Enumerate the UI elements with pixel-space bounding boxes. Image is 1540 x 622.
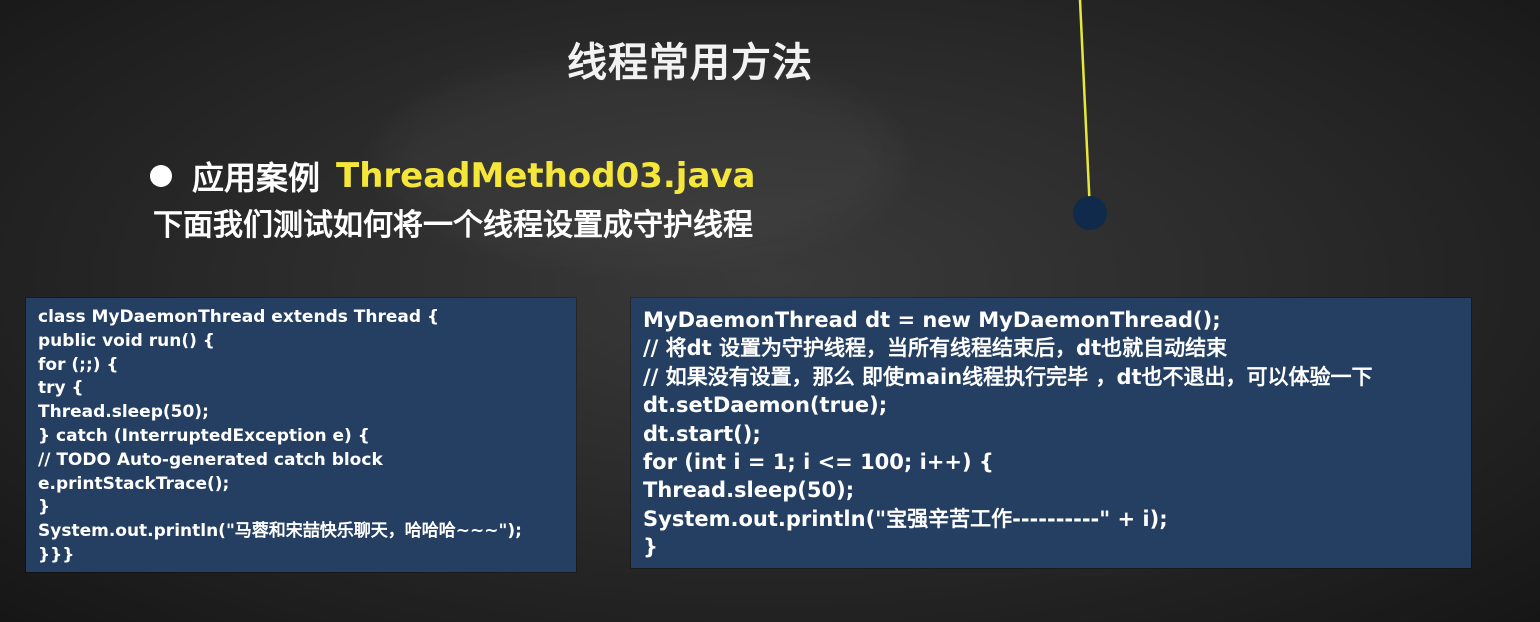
- code-line: // TODO Auto-generated catch block: [38, 449, 383, 470]
- code-box-daemon-class: class MyDaemonThread extends Thread { pu…: [26, 298, 576, 572]
- bullet-label: 应用案例: [192, 159, 321, 197]
- code-line: Thread.sleep(50);: [38, 402, 209, 423]
- bullet-filename: ThreadMethod03.java: [336, 156, 756, 196]
- code-line: System.out.println("宝强辛苦工作----------" + …: [643, 506, 1168, 531]
- code-line: class MyDaemonThread extends Thread {: [38, 307, 440, 327]
- code-line: e.printStackTrace();: [38, 473, 230, 494]
- code-line: }}}: [38, 544, 75, 565]
- code-line: System.out.println("马蓉和宋喆快乐聊天，哈哈哈~~~");: [38, 521, 522, 542]
- code-line: public void run() {: [38, 330, 215, 351]
- code-box-main-usage: MyDaemonThread dt = new MyDaemonThread()…: [631, 298, 1471, 568]
- code-line: Thread.sleep(50);: [643, 478, 855, 503]
- code-line: for (int i = 1; i <= 100; i++) {: [643, 450, 994, 475]
- code-line: for (;;) {: [38, 354, 119, 375]
- slide: 线程常用方法 应用案例 ThreadMethod03.java 下面我们测试如何…: [0, 0, 1540, 622]
- bullet-item: 应用案例 ThreadMethod03.java: [150, 154, 756, 198]
- code-line: dt.setDaemon(true);: [643, 393, 888, 418]
- code-line: // 将dt 设置为守护线程，当所有线程结束后，dt也就自动结束: [643, 336, 1228, 361]
- code-line: // 如果没有设置，那么 即使main线程执行完毕 ，dt也不退出，可以体验一下: [643, 364, 1373, 389]
- slide-subtitle: 下面我们测试如何将一个线程设置成守护线程: [153, 208, 753, 243]
- code-line: }: [38, 497, 51, 518]
- code-line: } catch (InterruptedException e) {: [38, 425, 370, 446]
- code-line: }: [643, 535, 658, 560]
- code-line: try {: [38, 378, 84, 399]
- code-line: MyDaemonThread dt = new MyDaemonThread()…: [643, 308, 1221, 332]
- bullet-dot-icon: [150, 165, 172, 187]
- code-line: dt.start();: [643, 421, 761, 446]
